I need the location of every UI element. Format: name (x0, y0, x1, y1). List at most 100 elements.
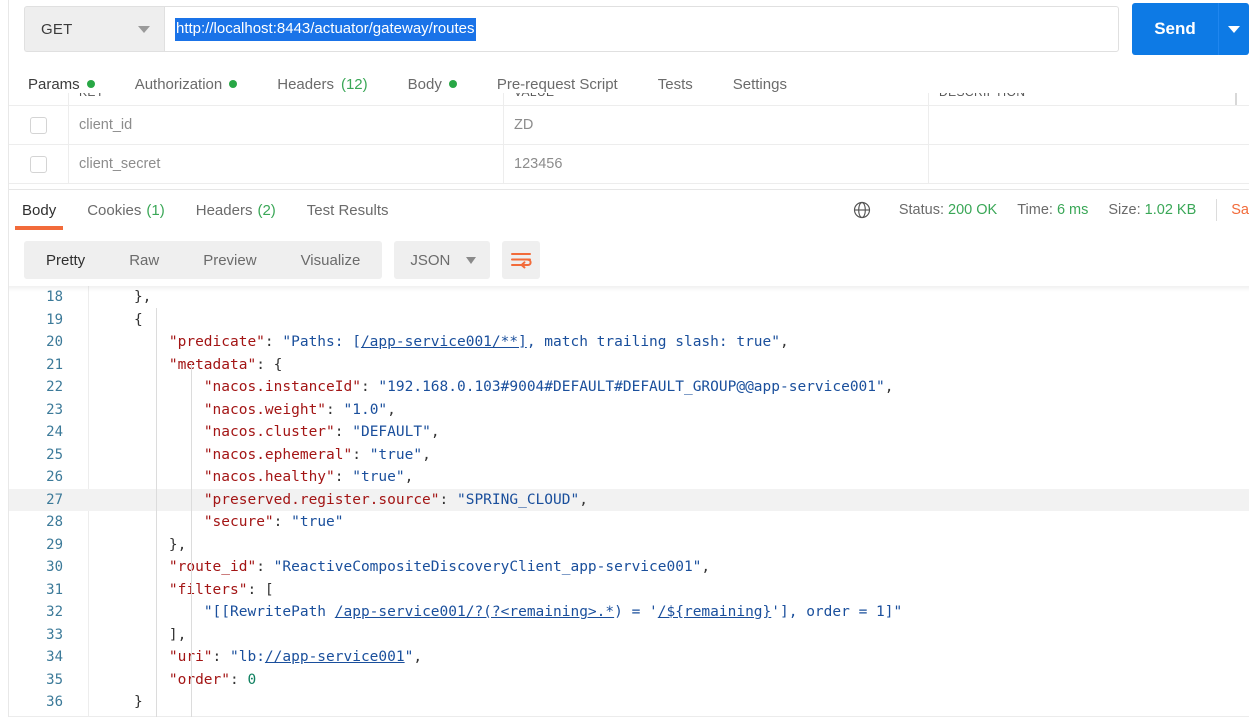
url-input[interactable]: http://localhost:8443/actuator/gateway/r… (164, 6, 1119, 52)
line-number: 30 (46, 559, 63, 575)
code-line[interactable]: 35 "order": 0 (9, 669, 1249, 692)
line-number: 25 (46, 446, 63, 463)
response-body-code-viewer[interactable]: 18 }, 19 {20 "predicate": "Paths: [/app-s… (9, 286, 1249, 717)
code-line[interactable]: 20 "predicate": "Paths: [/app-service001… (9, 331, 1249, 354)
word-wrap-button[interactable] (502, 241, 541, 279)
size-label: Size: (1108, 202, 1141, 218)
code-line-text: "predicate": "Paths: [/app-service001/**… (168, 334, 789, 350)
code-lines: 18 }, 19 {20 "predicate": "Paths: [/app-s… (9, 286, 1249, 714)
line-number: 26 (46, 469, 63, 485)
line-number: 18 (46, 289, 63, 305)
table-row[interactable]: client_id ZD (9, 106, 1249, 145)
indent-guide (156, 308, 157, 717)
code-line-text: "metadata": { (168, 356, 283, 373)
code-line-text: }, (133, 289, 152, 305)
format-label: JSON (410, 251, 451, 269)
size-value: 1.02 KB (1144, 202, 1197, 218)
code-line-text: "route_id": "ReactiveCompositeDiscoveryC… (168, 559, 711, 575)
tab-response-cookies[interactable]: Cookies (1) (87, 192, 165, 228)
column-header-value: VALUE (514, 93, 554, 99)
code-line[interactable]: 34 "uri": "lb://app-service001", (9, 646, 1249, 669)
save-response-link[interactable]: Sa (1231, 202, 1249, 218)
code-line[interactable]: 23 "nacos.weight": "1.0", (9, 399, 1249, 422)
code-line[interactable]: 21 "metadata": { (9, 354, 1249, 377)
view-mode-pretty[interactable]: Pretty (24, 241, 107, 279)
line-number: 31 (46, 581, 63, 598)
tab-response-headers[interactable]: Headers (2) (196, 192, 276, 228)
code-line-text: { (133, 311, 143, 328)
code-line[interactable]: 27 "preserved.register.source": "SPRING_… (9, 488, 1249, 511)
param-key[interactable]: client_secret (79, 156, 160, 172)
tab-label: Pre-request Script (496, 75, 618, 93)
tab-label: Headers (277, 75, 334, 93)
word-wrap-icon (511, 253, 532, 269)
code-line[interactable]: 26 "nacos.healthy": "true", (9, 466, 1249, 489)
params-table-viewport[interactable]: KEY VALUE DESCRIPTION client_id ZD clien… (9, 93, 1249, 189)
line-number: 19 (46, 311, 63, 328)
view-mode-preview[interactable]: Preview (181, 241, 278, 279)
chevron-down-icon (1228, 25, 1240, 33)
code-line-text: "nacos.instanceId": "192.168.0.103#9004#… (203, 379, 894, 395)
size-badge: Size: 1.02 KB (1108, 202, 1196, 218)
status-dot-icon (229, 80, 238, 88)
chevron-down-icon (466, 256, 477, 264)
params-scrollbar-thumb[interactable] (1235, 93, 1237, 105)
tab-label: Cookies (87, 201, 142, 219)
line-number: 22 (46, 379, 63, 395)
send-options-button[interactable] (1219, 3, 1249, 55)
code-line[interactable]: 18 }, (9, 286, 1249, 309)
code-line[interactable]: 25 "nacos.ephemeral": "true", (9, 444, 1249, 467)
param-value[interactable]: 123456 (514, 156, 562, 172)
response-meta-bar: Status: 200 OK Time: 6 ms Size: 1.02 KB … (852, 192, 1249, 228)
view-mode-raw[interactable]: Raw (107, 241, 181, 279)
row-checkbox[interactable] (30, 155, 47, 173)
line-number: 29 (46, 536, 63, 553)
status-value: 200 OK (948, 202, 998, 218)
column-header-key: KEY (79, 93, 104, 99)
line-number: 24 (46, 424, 63, 440)
chevron-down-icon (138, 25, 150, 33)
params-table: KEY VALUE DESCRIPTION client_id ZD clien… (9, 93, 1249, 184)
response-body-toolbar: Pretty Raw Preview Visualize JSON (24, 241, 541, 279)
params-table-header-row: KEY VALUE DESCRIPTION (9, 93, 1249, 106)
param-value[interactable]: ZD (514, 117, 533, 133)
code-line-text: "nacos.healthy": "true", (203, 469, 414, 485)
tab-label: Headers (195, 201, 253, 219)
code-line[interactable]: 32 "[[RewritePath /app-service001/?(?<re… (9, 601, 1249, 624)
line-number: 23 (46, 401, 63, 418)
row-select-cell (9, 106, 69, 144)
code-line[interactable]: 29 }, (9, 534, 1249, 557)
tab-response-body[interactable]: Body (14, 192, 64, 230)
code-line[interactable]: 33 ], (9, 624, 1249, 647)
code-line[interactable]: 24 "nacos.cluster": "DEFAULT", (9, 421, 1249, 444)
code-line[interactable]: 28 "secure": "true" (9, 511, 1249, 534)
code-line-text: "nacos.ephemeral": "true", (203, 446, 431, 463)
code-line[interactable]: 36 } (9, 691, 1249, 714)
code-line[interactable]: 31 "filters": [ (9, 579, 1249, 602)
tab-label: Body (407, 75, 442, 93)
param-key[interactable]: client_id (79, 117, 132, 133)
response-divider (9, 189, 1249, 190)
send-button[interactable]: Send (1132, 3, 1218, 55)
code-line[interactable]: 30 "route_id": "ReactiveCompositeDiscove… (9, 556, 1249, 579)
http-method-selector[interactable]: GET (24, 6, 164, 52)
meta-divider (1216, 199, 1218, 221)
row-checkbox[interactable] (30, 116, 47, 134)
time-label: Time: (1017, 202, 1053, 218)
time-badge: Time: 6 ms (1017, 202, 1088, 218)
code-line-text: "order": 0 (168, 671, 257, 688)
tab-test-results[interactable]: Test Results (307, 192, 389, 228)
code-line-text: "[[RewritePath /app-service001/?(?<remai… (203, 604, 903, 620)
view-mode-visualize[interactable]: Visualize (279, 241, 383, 279)
table-row[interactable]: client_secret 123456 (9, 145, 1249, 184)
line-number: 20 (46, 334, 63, 350)
code-line[interactable]: 19 { (9, 309, 1249, 332)
tab-label: Body (22, 201, 57, 219)
http-method-label: GET (41, 20, 73, 38)
format-selector[interactable]: JSON (394, 241, 491, 279)
globe-icon[interactable] (852, 200, 872, 220)
code-line[interactable]: 22 "nacos.instanceId": "192.168.0.103#90… (9, 376, 1249, 399)
status-dot-icon (448, 80, 457, 88)
code-line-text: "filters": [ (168, 581, 274, 598)
code-line-text: "nacos.cluster": "DEFAULT", (203, 424, 440, 440)
